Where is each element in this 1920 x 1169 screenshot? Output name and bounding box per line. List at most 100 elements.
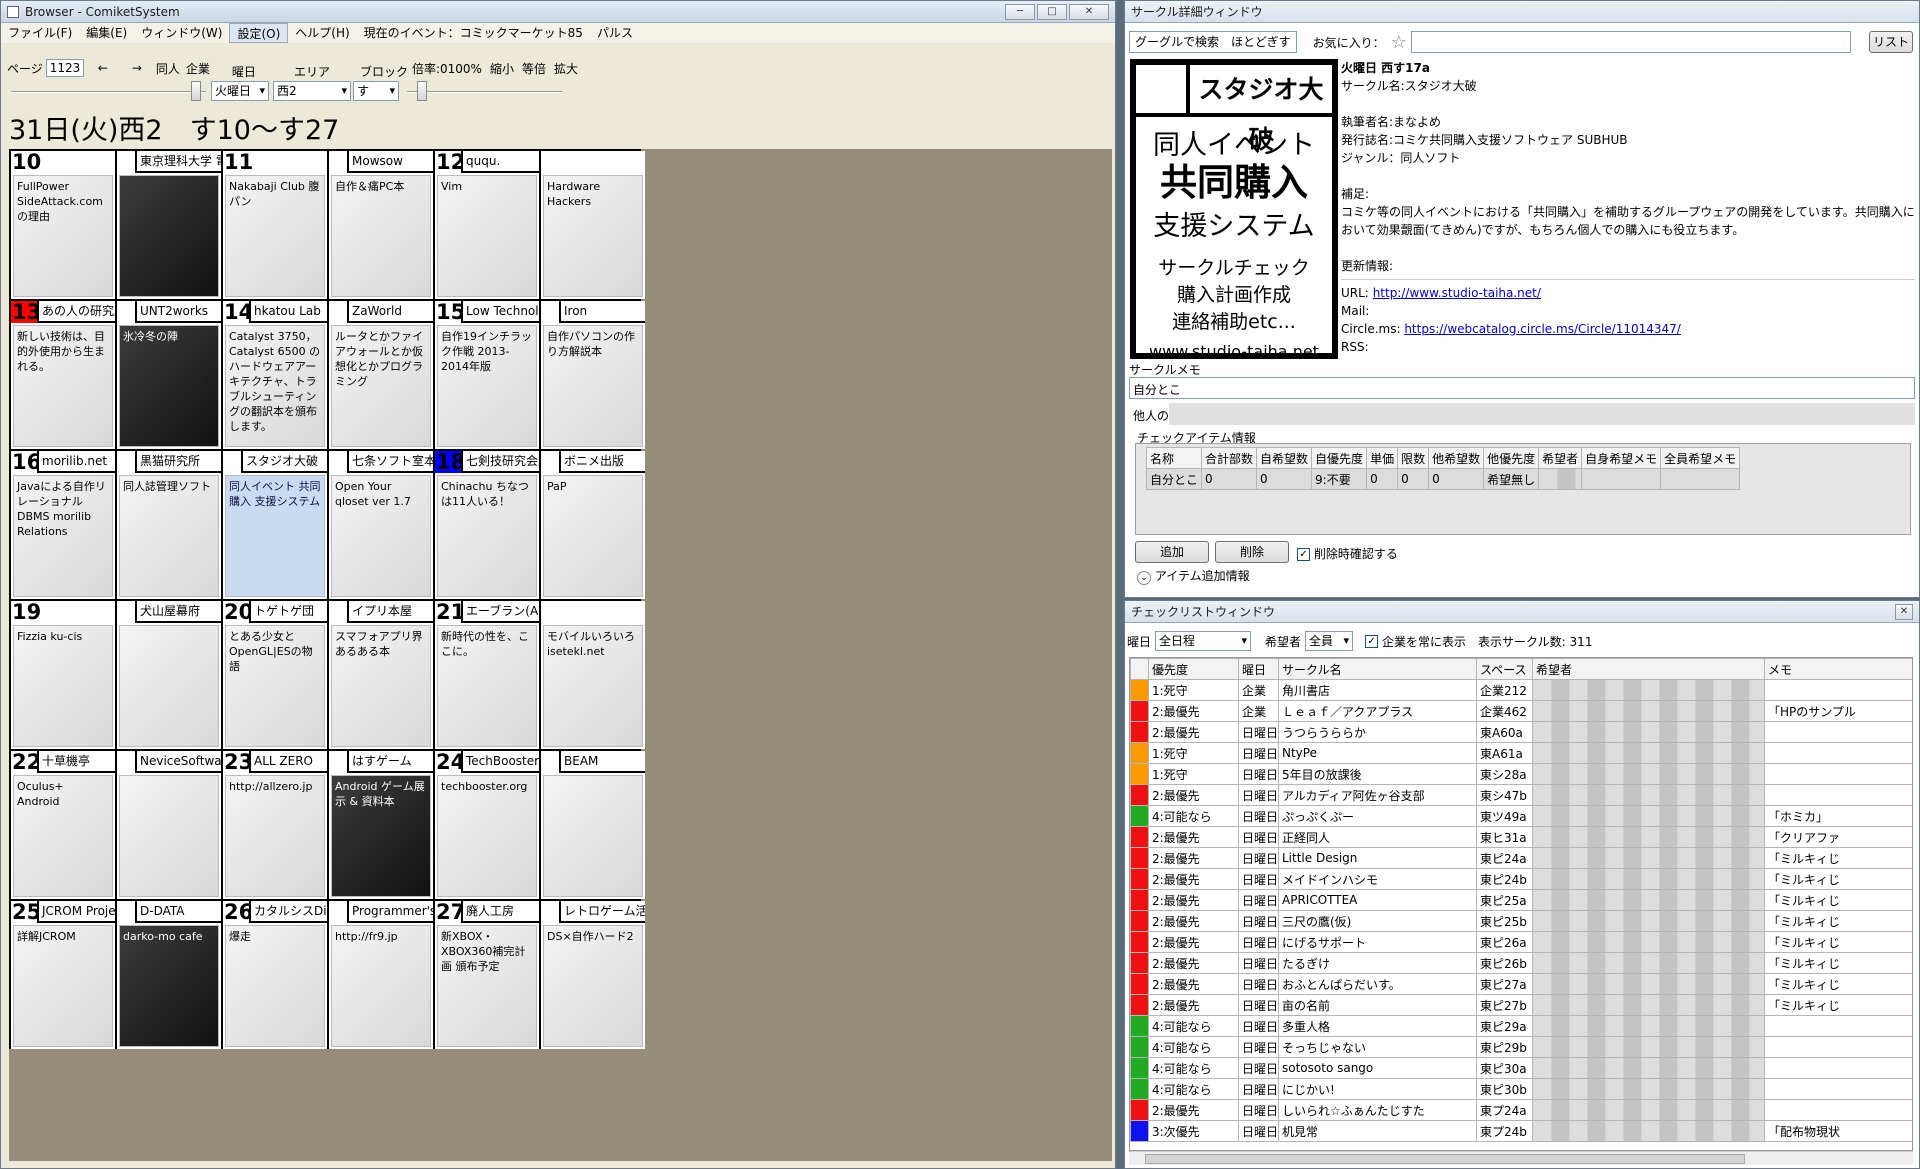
checklist-row[interactable]: 2:最優先 日曜日 しいられ☆ふぁんたじすた 東プ24a (1130, 1099, 1912, 1121)
circle-cell[interactable]: 11 Nakabaji Club 腹パン (223, 151, 327, 299)
shrink-button[interactable]: 縮小 (490, 60, 514, 77)
check-cell[interactable]: 9:不要 (1311, 468, 1368, 490)
detail-titlebar[interactable]: サークル詳細ウィンドウ (1125, 1, 1919, 23)
checklist-row[interactable]: 2:最優先 日曜日 APRICOTTEA 東ピ25a 「ミルキィじ (1130, 889, 1912, 911)
circle-cell[interactable]: イプリ本屋 スマフォアプリ界あるある本 (329, 601, 433, 749)
circle-cell[interactable]: 21エーブラン(A+1)R新時代の性を、ここに。 (435, 601, 539, 749)
checklist-row[interactable]: 2:最優先 日曜日 たるぎけ 東ピ26b 「ミルキィじ (1130, 952, 1912, 974)
check-col-header[interactable]: 限数 (1397, 447, 1430, 469)
check-col-header[interactable]: 希望者 (1538, 447, 1583, 469)
checklist-row[interactable]: 2:最優先 日曜日 亩の名前 東ピ27b 「ミルキィじ (1130, 994, 1912, 1016)
checklist-row[interactable]: 1:死守 日曜日 5年目の放課後 東シ28a (1130, 763, 1912, 785)
checklist-col-header[interactable]: 曜日 (1238, 658, 1279, 680)
check-col-header[interactable]: 全員希望メモ (1660, 447, 1741, 469)
circle-cell[interactable]: 26カタルシスDimension爆走 (223, 901, 327, 1049)
circle-cell[interactable]: レトロゲーム活用研究同好会DS×自作ハード2 (541, 901, 645, 1049)
check-cell[interactable]: 希望無し (1483, 468, 1540, 490)
circle-cell[interactable]: ボニメ出版 PaP (541, 451, 645, 599)
checklist-close-button[interactable]: ✕ (1895, 603, 1913, 620)
check-col-header[interactable]: 自希望数 (1256, 447, 1313, 469)
maximize-button[interactable]: □ (1037, 3, 1067, 20)
menu-window[interactable]: ウィンドウ(W) (134, 23, 229, 43)
checklist-col-header[interactable]: 希望者 (1532, 658, 1765, 680)
circle-cell[interactable]: Hardware Hackers (541, 151, 645, 299)
menu-current-event[interactable]: 現在のイベント：コミックマーケット85 (357, 23, 590, 43)
cl-day-select[interactable]: 全日程 (1155, 631, 1252, 651)
circle-cell[interactable]: 27 廃人工房 新XBOX・XBOX360補完計画 頒布予定 (435, 901, 539, 1049)
checklist-row[interactable]: 2:最優先 日曜日 アルカディア阿佐ヶ谷支部 東シ47b (1130, 784, 1912, 806)
item-extra-info-label[interactable]: アイテム追加情報 (1155, 569, 1250, 583)
checklist-row[interactable]: 2:最優先 日曜日 Little Design 東ピ24a 「ミルキィじ (1130, 847, 1912, 869)
page-slider-track[interactable] (11, 91, 206, 93)
circle-cell[interactable]: D-DATA darko-mo cafe (117, 901, 221, 1049)
forward-button[interactable]: → (132, 61, 142, 75)
circle-cell[interactable]: 12 ququ. Vim (435, 151, 539, 299)
hscroll-thumb[interactable] (1145, 1154, 1745, 1164)
checklist-col-header[interactable]: スペース (1476, 658, 1533, 680)
circle-cell[interactable]: 23 ALL ZERO http://allzero.jp (223, 751, 327, 899)
circle-cell[interactable]: 東京理科大学 電気工学研究会 (117, 151, 221, 299)
check-cell[interactable] (1581, 468, 1662, 490)
checklist-col-header[interactable]: メモ (1764, 658, 1912, 680)
check-cell[interactable]: 0 (1366, 468, 1399, 490)
back-button[interactable]: ← (98, 61, 108, 75)
circle-cell[interactable]: BEAM (541, 751, 645, 899)
cl-who-select[interactable]: 全員 (1305, 631, 1354, 651)
close-button[interactable]: ✕ (1069, 3, 1109, 20)
circle-cell[interactable]: はすゲーム Android ゲーム展示 & 資料本 (329, 751, 433, 899)
checklist-row[interactable]: 4:可能なら 日曜日 そっちじゃない 東ピ29b (1130, 1036, 1912, 1058)
circle-cell[interactable]: 16 morilib.net Javaによる自作リレーショナルDBMS morili… (11, 451, 115, 599)
google-search-button[interactable]: グーグルで検索 ほとどぎす (1129, 31, 1297, 53)
star-icon[interactable]: ☆ (1391, 32, 1407, 53)
confirm-delete-checkbox[interactable]: ✓ (1297, 548, 1310, 561)
checklist-row[interactable]: 1:死守 企業 角川書店 企業212 (1130, 679, 1912, 701)
check-cell[interactable] (1538, 468, 1583, 490)
circle-cell[interactable]: 22 十草機亭 Oculus+ Android (11, 751, 115, 899)
check-cell[interactable] (1660, 468, 1741, 490)
check-col-header[interactable]: 他優先度 (1483, 447, 1540, 469)
circle-cell[interactable]: 24 TechBooster techbooster.org (435, 751, 539, 899)
circle-cell[interactable]: ZaWorld ルータとかファイアウォールとか仮想化とかプログラミング (329, 301, 433, 449)
circle-cell[interactable]: モバイルいろいろ isetekl.net (541, 601, 645, 749)
checklist-hscrollbar[interactable] (1129, 1151, 1913, 1165)
menu-help[interactable]: ヘルプ(H) (288, 23, 356, 43)
circle-cell[interactable]: Iron 自作パソコンの作り方解説本 (541, 301, 645, 449)
check-cell[interactable]: 0 (1428, 468, 1485, 490)
menu-pulse[interactable]: パルス (590, 23, 640, 43)
browser-titlebar[interactable]: Browser - ComiketSystem ─ □ ✕ (1, 1, 1115, 23)
checklist-row[interactable]: 2:最優先 日曜日 正経同人 東ヒ31a 「クリアファ (1130, 826, 1912, 848)
circle-cell[interactable]: 10 FullPower SideAttack.com の理由 (11, 151, 115, 299)
menu-file[interactable]: ファイル(F) (1, 23, 79, 43)
checklist-row[interactable]: 2:最優先 日曜日 三尺の鷹(仮) 東ピ25b 「ミルキィじ (1130, 910, 1912, 932)
check-col-header[interactable]: 他希望数 (1428, 447, 1485, 469)
circle-cell[interactable]: 19 Fizzia ku-cis (11, 601, 115, 749)
circle-cell[interactable]: 20 トゲトゲ団 とある少女とOpenGL|ESの物語 (223, 601, 327, 749)
circle-cell[interactable]: 14 hkatou Lab Catalyst 3750，Catalyst 6500 … (223, 301, 327, 449)
expand-chevron-icon[interactable]: ⌄ (1137, 571, 1151, 585)
checklist-row[interactable]: 2:最優先 日曜日 にげるサポート 東ピ26a 「ミルキィじ (1130, 931, 1912, 953)
checklist-table[interactable]: 優先度 曜日 サークル名 スペース 希望者 メモ 1:死守 企業 角川書店 企業212 2:最優先… (1130, 658, 1912, 1142)
menu-edit[interactable]: 編集(E) (79, 23, 134, 43)
circle-cell[interactable]: スタジオ大破 同人イベント 共同購入 支援システム (223, 451, 327, 599)
check-cell[interactable]: 0 (1397, 468, 1430, 490)
page-input[interactable]: 1123 (45, 59, 84, 77)
circle-cell[interactable]: 13あの人の研究所新しい技術は、目的外使用から生まれる。 (11, 301, 115, 449)
checklist-row[interactable]: 2:最優先 日曜日 メイドインハシモ 東ピ24b 「ミルキィじ (1130, 868, 1912, 890)
cl-always-checkbox[interactable]: ✓ (1365, 634, 1379, 648)
circle-cell[interactable]: UNT2works 氷冷冬の陣 (117, 301, 221, 449)
menu-settings[interactable]: 設定(O) (229, 23, 289, 43)
circle-cell[interactable]: NeviceSoftware (117, 751, 221, 899)
check-cell[interactable]: 0 (1201, 468, 1258, 490)
doujin-button[interactable]: 同人 (156, 60, 180, 77)
checklist-row[interactable]: 2:最優先 日曜日 おふとんぱらだいす。 東ピ27a 「ミルキィじ (1130, 973, 1912, 995)
circlems-link[interactable]: https://webcatalog.circle.ms/Circle/1101… (1404, 322, 1681, 336)
checklist-row[interactable]: 2:最優先 企業 Ｌｅａｆ／アクアプラス 企業462 「HPのサンプル (1130, 700, 1912, 722)
url-link[interactable]: http://www.studio-taiha.net/ (1373, 286, 1541, 300)
circle-cell[interactable]: 25JCROM Project詳解JCROM (11, 901, 115, 1049)
kigyo-button[interactable]: 企業 (186, 60, 210, 77)
checklist-row[interactable]: 3:次優先 日曜日 机見常 東プ24b 「配布物現状 (1130, 1120, 1912, 1142)
checklist-row[interactable]: 4:可能なら 日曜日 ぷっぷくぷー 東ツ49a 「ホミカ」 (1130, 805, 1912, 827)
enlarge-button[interactable]: 拡大 (554, 60, 578, 77)
same-size-button[interactable]: 等倍 (522, 60, 546, 77)
checklist-row[interactable]: 4:可能なら 日曜日 にじかい! 東ピ30b (1130, 1078, 1912, 1100)
